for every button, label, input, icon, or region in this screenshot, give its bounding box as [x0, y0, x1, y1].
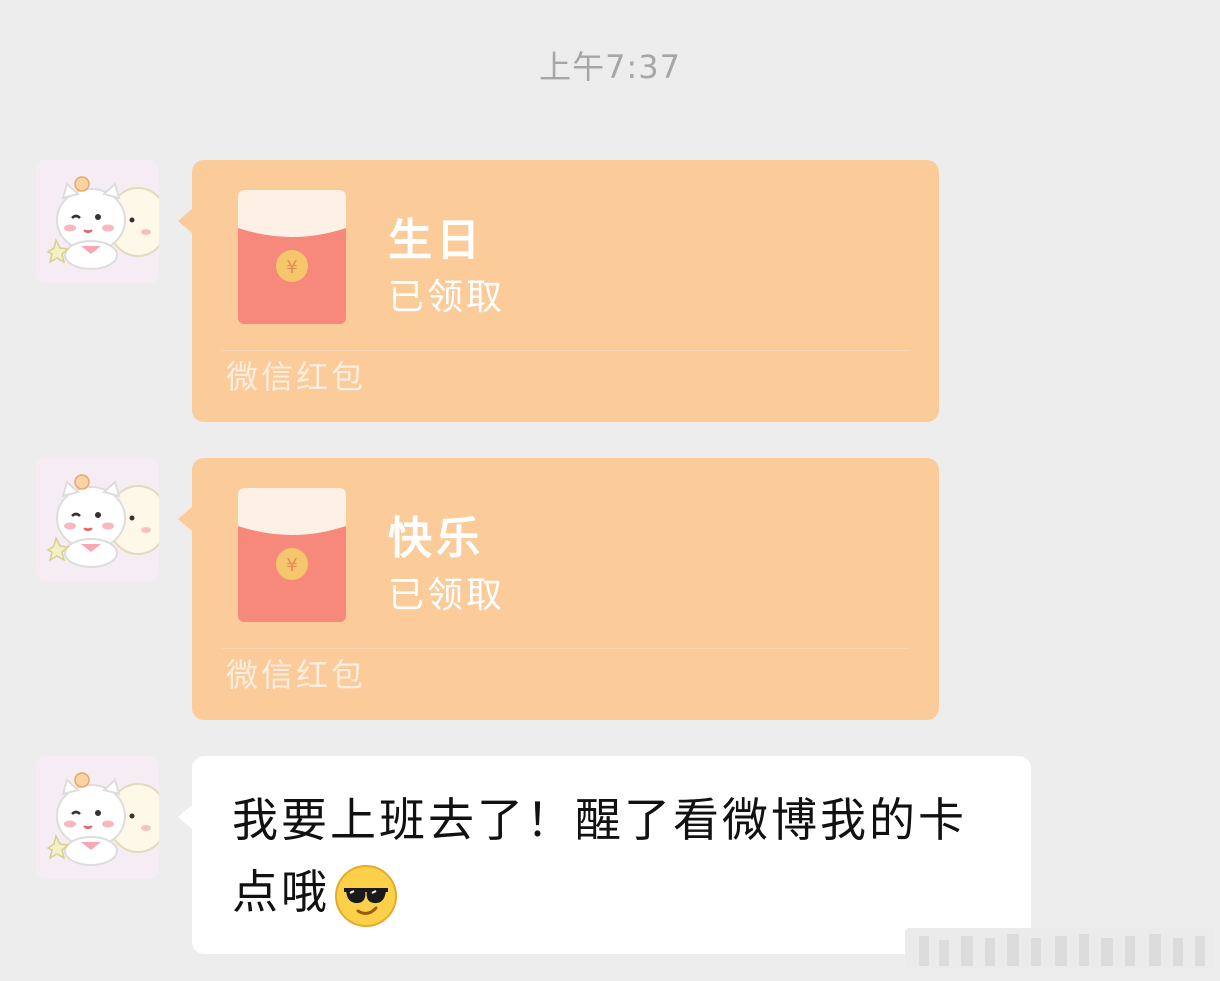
bubble-tail	[178, 506, 193, 532]
text-message-content: 我要上班去了！醒了看微博我的卡点哦	[232, 784, 1002, 928]
red-envelope-icon: ¥	[238, 190, 346, 324]
red-packet-brand-label: 微信红包	[226, 358, 367, 396]
watermark	[905, 918, 1215, 970]
red-packet-message[interactable]: ¥ 快乐 已领取 微信红包	[178, 458, 939, 720]
divider	[222, 350, 909, 351]
red-packet-status: 已领取	[388, 575, 506, 616]
sender-avatar[interactable]	[36, 160, 159, 283]
red-packet-message[interactable]: ¥ 生日 已领取 微信红包	[178, 160, 939, 422]
sender-avatar[interactable]	[36, 756, 159, 879]
sunglasses-emoji-icon	[334, 864, 398, 928]
bubble-tail	[178, 804, 193, 830]
red-packet-brand-label: 微信红包	[226, 656, 367, 694]
red-packet-title: 快乐	[388, 513, 484, 564]
red-packet-status: 已领取	[388, 277, 506, 318]
red-envelope-icon: ¥	[238, 488, 346, 622]
bubble-tail	[178, 208, 193, 234]
sender-avatar[interactable]	[36, 458, 159, 581]
red-packet-title: 生日	[388, 215, 484, 266]
divider	[222, 648, 909, 649]
svg-text:¥: ¥	[286, 257, 297, 278]
svg-text:¥: ¥	[286, 555, 297, 576]
message-timestamp: 上午7:37	[539, 48, 681, 86]
